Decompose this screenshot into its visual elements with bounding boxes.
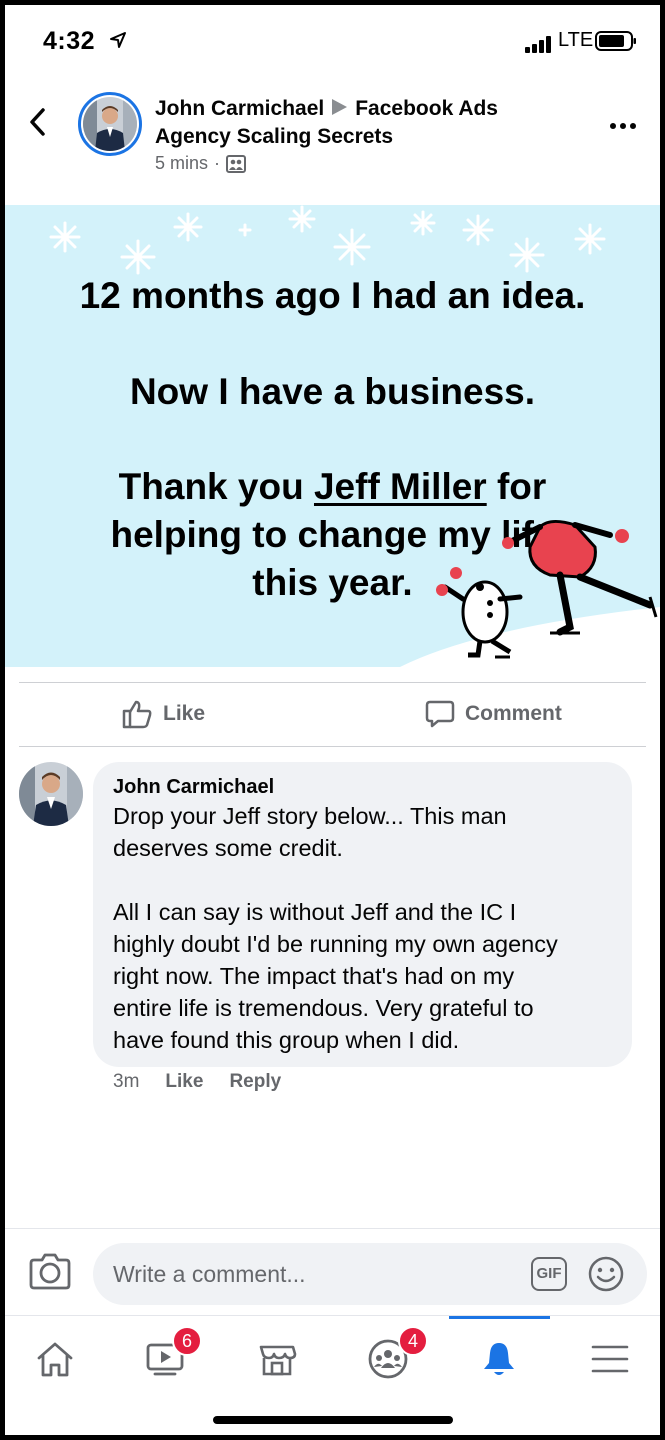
tab-notifications[interactable]	[469, 1334, 529, 1384]
signal-icon	[525, 36, 551, 53]
divider-bottom	[19, 746, 646, 747]
bottom-tab-bar: 6 4	[5, 1315, 660, 1435]
comment-button[interactable]: Comment	[425, 699, 562, 729]
post-timestamp[interactable]: 5 mins	[155, 153, 208, 174]
thumbs-up-icon	[122, 700, 152, 729]
comment-composer: Write a comment... GIF	[5, 1228, 660, 1318]
post-title: John Carmichael Facebook Ads Agency Scali…	[155, 95, 575, 151]
author-avatar[interactable]	[78, 92, 142, 156]
more-options-button[interactable]	[610, 123, 636, 129]
comment-input[interactable]: Write a comment... GIF	[93, 1243, 647, 1305]
comment-author[interactable]: John Carmichael	[113, 776, 274, 799]
comment-like-button[interactable]: Like	[165, 1071, 203, 1093]
emoji-icon[interactable]	[587, 1255, 625, 1293]
location-arrow-icon	[110, 32, 126, 48]
tab-groups[interactable]: 4	[358, 1326, 428, 1384]
network-label: LTE	[558, 29, 594, 51]
skaters-illustration	[400, 520, 660, 667]
bell-icon	[484, 1343, 514, 1375]
post-header: John Carmichael Facebook Ads Agency Scali…	[5, 75, 660, 205]
group-members-icon	[226, 154, 247, 173]
menu-icon	[591, 1345, 629, 1373]
watch-badge: 6	[172, 1326, 202, 1356]
comment-reply-button[interactable]: Reply	[229, 1071, 281, 1093]
app-frame: 4:32 LTE John Carmichael Facebook Ads Ag…	[5, 5, 660, 1435]
like-label: Like	[163, 702, 206, 725]
divider-top	[19, 682, 646, 683]
post-meta: 5 mins ·	[155, 153, 247, 174]
image-text-line1: 12 months ago I had an idea.	[79, 275, 586, 316]
tab-menu[interactable]	[580, 1334, 640, 1384]
author-name-link[interactable]: John Carmichael	[155, 97, 324, 120]
comment-text: Drop your Jeff story below... This man d…	[113, 803, 558, 1053]
home-icon	[37, 1342, 73, 1377]
status-time: 4:32	[43, 27, 96, 55]
home-indicator	[213, 1416, 453, 1424]
post-actions: Like Comment	[5, 685, 660, 747]
battery-icon	[595, 31, 636, 51]
post-image[interactable]: 12 months ago I had an idea. Now I have …	[5, 205, 660, 667]
commenter-avatar[interactable]	[19, 762, 83, 826]
groups-badge: 4	[398, 1326, 428, 1356]
comment-label: Comment	[465, 702, 562, 725]
tab-marketplace[interactable]	[247, 1334, 307, 1384]
tab-home[interactable]	[25, 1334, 85, 1384]
like-button[interactable]: Like	[121, 699, 205, 729]
camera-icon[interactable]	[29, 1251, 71, 1291]
comment-icon	[425, 700, 455, 728]
comment-bubble: John Carmichael Drop your Jeff story bel…	[93, 762, 632, 1067]
tab-watch[interactable]: 6	[136, 1326, 202, 1384]
marketplace-icon	[259, 1345, 297, 1376]
comment-placeholder: Write a comment...	[113, 1261, 306, 1287]
comment-meta: 3m Like Reply	[113, 1071, 281, 1093]
image-text-line2: Now I have a business.	[129, 371, 536, 412]
comment-time: 3m	[113, 1071, 140, 1092]
status-bar: 4:32 LTE	[5, 5, 660, 75]
arrow-right-icon	[332, 99, 348, 116]
back-icon[interactable]	[25, 105, 51, 139]
active-tab-indicator	[449, 1316, 550, 1319]
gif-button[interactable]: GIF	[531, 1257, 567, 1291]
